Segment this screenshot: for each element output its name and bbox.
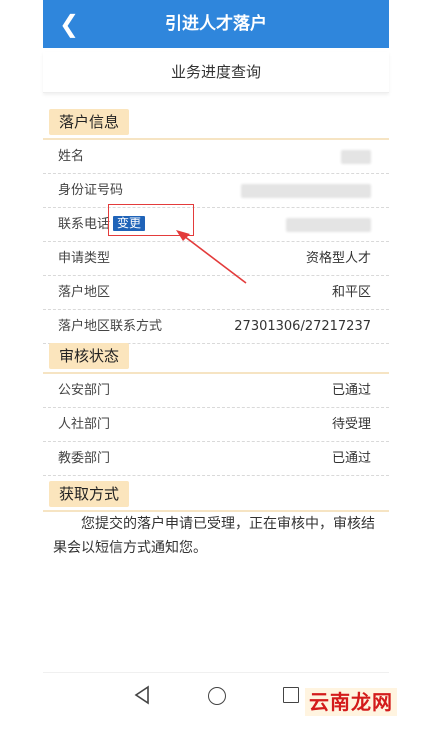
circle-home-icon[interactable] xyxy=(208,687,226,705)
section-title: 审核状态 xyxy=(49,343,130,369)
row-value: 和平区 xyxy=(331,285,371,300)
row-label: 落户地区 xyxy=(58,285,111,300)
status-row-education: 教委部门 已通过 xyxy=(43,442,389,476)
row-value: 已通过 xyxy=(331,383,371,398)
triangle-back-icon[interactable] xyxy=(133,685,151,705)
redacted-value xyxy=(286,218,371,232)
row-value: 待受理 xyxy=(331,417,371,432)
info-row-name: 姓名 xyxy=(43,140,389,174)
status-row-hr: 人社部门 待受理 xyxy=(43,408,389,442)
row-label: 人社部门 xyxy=(58,417,111,432)
row-label: 姓名 xyxy=(58,149,85,164)
row-label: 教委部门 xyxy=(58,451,111,466)
info-row-id: 身份证号码 xyxy=(43,174,389,208)
app-header: ❮ 引进人才落户 xyxy=(43,0,389,48)
watermark-logo: 云南龙网 xyxy=(305,688,397,716)
section-title: 获取方式 xyxy=(49,481,130,507)
row-value: 27301306/27217237 xyxy=(234,319,371,334)
page-title: 引进人才落户 xyxy=(165,14,267,34)
status-row-police: 公安部门 已通过 xyxy=(43,374,389,408)
redacted-value xyxy=(241,184,371,198)
pickup-method-section: 获取方式 xyxy=(43,480,389,512)
info-row-district-contact: 落户地区联系方式 27301306/27217237 xyxy=(43,310,389,344)
row-label: 公安部门 xyxy=(58,383,111,398)
review-status-section: 审核状态 公安部门 已通过 人社部门 待受理 教委部门 已通过 xyxy=(43,342,389,476)
section-header: 获取方式 xyxy=(43,480,389,512)
row-label: 申请类型 xyxy=(58,251,111,266)
section-header: 落户信息 xyxy=(43,108,389,140)
phone-label: 联系电话 xyxy=(58,217,111,232)
section-title: 落户信息 xyxy=(49,109,130,135)
row-value: 资格型人才 xyxy=(305,251,371,266)
redacted-value xyxy=(341,150,371,164)
row-label: 身份证号码 xyxy=(58,183,124,198)
pickup-notice-text: 您提交的落户申请已受理，正在审核中，审核结果会以短信方式通知您。 xyxy=(53,516,375,556)
annotation-arrow-icon xyxy=(176,230,247,284)
square-recent-icon[interactable] xyxy=(283,687,299,703)
row-label: 落户地区联系方式 xyxy=(58,319,163,334)
section-header: 审核状态 xyxy=(43,342,389,374)
row-value: 已通过 xyxy=(331,451,371,466)
page-subtitle: 业务进度查询 xyxy=(43,52,389,93)
